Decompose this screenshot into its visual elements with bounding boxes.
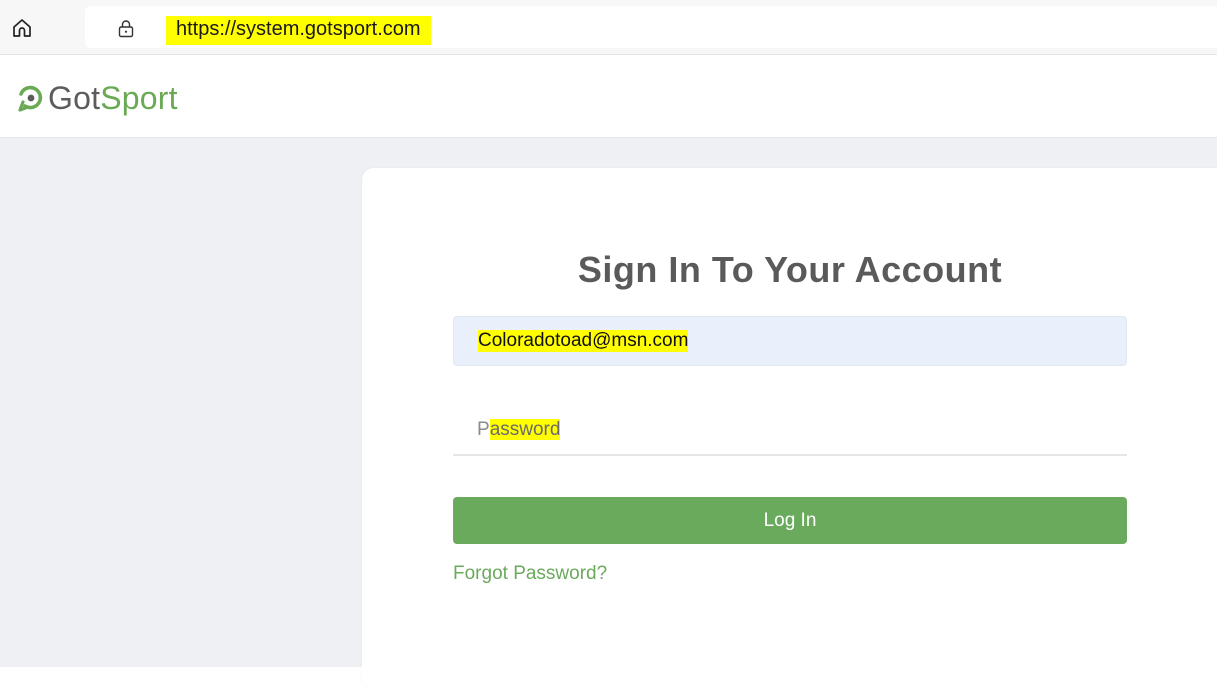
signin-card: Sign In To Your Account Coloradotoad@msn… — [362, 168, 1217, 688]
url-text[interactable]: https://system.gotsport.com — [166, 16, 431, 45]
page-title: Sign In To Your Account — [577, 249, 1003, 290]
home-button[interactable] — [9, 15, 35, 41]
address-bar[interactable]: https://system.gotsport.com — [85, 6, 1217, 48]
password-placeholder: Password — [477, 419, 561, 441]
lock-icon — [118, 20, 134, 38]
password-placeholder-first: P — [477, 419, 490, 440]
email-field[interactable]: Coloradotoad@msn.com — [453, 316, 1127, 366]
email-value: Coloradotoad@msn.com — [478, 330, 689, 352]
logo-text-got: Got — [48, 80, 101, 116]
password-placeholder-rest: assword — [489, 419, 561, 440]
browser-toolbar: https://system.gotsport.com — [0, 0, 1217, 55]
logo-text-sport: Sport — [100, 80, 178, 116]
forgot-password-link[interactable]: Forgot Password? — [453, 563, 607, 585]
login-button[interactable]: Log In — [453, 497, 1127, 544]
site-header: GotSport — [0, 55, 1217, 138]
home-icon — [13, 19, 31, 37]
gotsport-logo[interactable]: GotSport — [17, 80, 178, 116]
logo-text: GotSport — [48, 80, 178, 116]
gotsport-logo-icon — [18, 85, 43, 112]
password-field[interactable]: Password — [453, 406, 1127, 456]
